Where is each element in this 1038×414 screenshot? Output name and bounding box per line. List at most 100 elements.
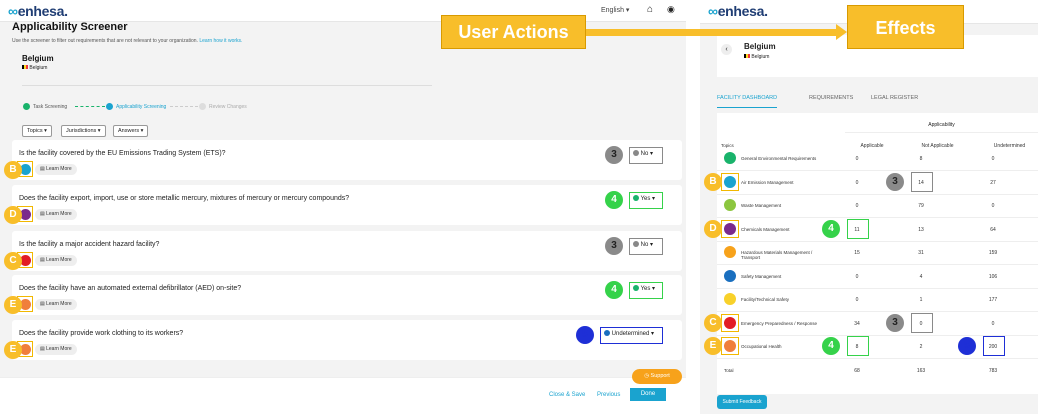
answer-status-icon — [633, 195, 639, 202]
previous-button[interactable]: Previous — [597, 392, 620, 398]
cell-undetermined[interactable]: 106 — [978, 274, 1008, 280]
cell-not-applicable[interactable]: 31 — [906, 250, 936, 256]
cell-not-applicable[interactable]: 8 — [906, 156, 936, 162]
question-card — [12, 275, 682, 315]
answer-dropdown[interactable]: No ▾ — [629, 238, 663, 255]
facility-name: Belgium — [22, 54, 54, 63]
cell-applicable[interactable]: 0 — [842, 203, 872, 209]
answer-dropdown[interactable]: Yes ▾ — [629, 282, 663, 299]
step-label-1: Task Screening — [33, 104, 68, 110]
answer-dropdown[interactable]: No ▾ — [629, 147, 663, 164]
callout-letter-e: E — [4, 341, 22, 359]
value-highlight-box — [983, 336, 1005, 356]
answer-dropdown[interactable]: Yes ▾ — [629, 192, 663, 209]
language-selector[interactable]: English ▾ — [601, 6, 629, 14]
cell-undetermined[interactable]: 177 — [978, 297, 1008, 303]
topic-name[interactable]: General Environmental Requirements — [741, 156, 831, 161]
cell-applicable[interactable]: 0 — [842, 180, 872, 186]
submit-feedback-button[interactable]: Submit Feedback — [717, 395, 767, 409]
cell-undetermined[interactable]: 0 — [978, 321, 1008, 327]
learn-more-button[interactable]: ▤ Learn More — [35, 344, 77, 355]
cell-not-applicable[interactable]: 79 — [906, 203, 936, 209]
support-button[interactable]: ◷ Support — [632, 369, 682, 384]
callout-letter-c: C — [4, 252, 22, 270]
home-icon[interactable]: ⌂ — [647, 4, 653, 15]
step-badge: 3 — [605, 146, 623, 164]
step-badge: 4 — [605, 281, 623, 299]
facility-name: Belgium — [744, 42, 776, 51]
cell-undetermined[interactable]: 27 — [978, 180, 1008, 186]
callout-letter-b: B — [4, 161, 22, 179]
topic-name[interactable]: Waste Management — [741, 203, 831, 208]
total-undetermined: 783 — [988, 367, 998, 374]
done-button[interactable]: Done — [630, 388, 666, 401]
cell-not-applicable[interactable]: 1 — [906, 297, 936, 303]
learn-more-button[interactable]: ▤ Learn More — [35, 209, 77, 220]
step-badge: 4 — [822, 337, 840, 355]
topic-name[interactable]: Facility/Technical Safety — [741, 297, 831, 302]
total-label: Total — [724, 367, 734, 373]
answer-dropdown[interactable]: Undetermined ▾ — [600, 327, 663, 344]
question-text: Is the facility covered by the EU Emissi… — [19, 150, 226, 157]
callout-arrowhead — [836, 24, 847, 40]
cell-not-applicable[interactable]: 4 — [906, 274, 936, 280]
cell-undetermined[interactable]: 64 — [978, 227, 1008, 233]
facility-flag: Belgium — [744, 54, 769, 60]
cell-applicable[interactable]: 15 — [842, 250, 872, 256]
enhesa-logo[interactable]: ∞enhesa. — [708, 3, 768, 19]
close-save-button[interactable]: Close & Save — [549, 392, 585, 398]
answers-filter[interactable]: Answers ▾ — [113, 125, 149, 137]
tab-facility-dashboard[interactable]: FACILITY DASHBOARD — [717, 95, 778, 108]
learn-more-button[interactable]: ▤ Learn More — [35, 164, 77, 175]
tab-legal-register[interactable]: LEGAL REGISTER — [871, 95, 918, 101]
callout-letter-d: D — [4, 206, 22, 224]
jurisdictions-filter[interactable]: Jurisdictions ▾ — [61, 125, 106, 137]
answer-status-icon — [604, 330, 610, 337]
cell-applicable[interactable]: 0 — [842, 156, 872, 162]
enhesa-logo[interactable]: ∞enhesa. — [8, 3, 68, 19]
step-current-icon — [106, 103, 113, 110]
highlight-box — [721, 337, 739, 355]
learn-more-button[interactable]: ▤ Learn More — [35, 255, 77, 266]
learn-how-link[interactable]: Learn how it works. — [199, 38, 242, 44]
cell-applicable[interactable]: 0 — [842, 297, 872, 303]
step-badge: 3 — [886, 313, 904, 332]
topic-name[interactable]: Emergency Preparedness / Response — [741, 321, 831, 326]
back-icon[interactable]: ‹ — [721, 44, 732, 55]
step-label-2: Applicability Screening — [116, 104, 167, 110]
topic-name[interactable]: Hazardous Materials Management / Transpo… — [741, 250, 831, 260]
step-pending-icon — [199, 103, 206, 110]
cell-not-applicable[interactable]: 13 — [906, 227, 936, 233]
cell-undetermined[interactable]: 0 — [978, 203, 1008, 209]
question-card — [12, 231, 682, 271]
learn-more-button[interactable]: ▤ Learn More — [35, 299, 77, 310]
value-highlight-box — [847, 218, 869, 239]
cell-undetermined[interactable]: 0 — [978, 156, 1008, 162]
value-highlight-box — [911, 312, 933, 333]
page-subtitle: Use the screener to filter out requireme… — [12, 38, 243, 44]
answer-status-icon — [633, 285, 639, 292]
topic-icon — [724, 269, 736, 282]
cell-applicable[interactable]: 0 — [842, 274, 872, 280]
topic-name[interactable]: Chemicals Management — [741, 227, 831, 232]
tab-requirements[interactable]: REQUIREMENTS — [809, 95, 853, 101]
cell-applicable[interactable]: 34 — [842, 321, 872, 327]
answer-status-icon — [633, 241, 639, 248]
step-badge: 5 — [576, 326, 594, 344]
question-text: Does the facility provide work clothing … — [19, 330, 184, 337]
topic-icon — [724, 199, 736, 211]
topic-name[interactable]: Safety Management — [741, 274, 831, 279]
cell-undetermined[interactable]: 159 — [978, 250, 1008, 256]
question-text: Is the facility a major accident hazard … — [19, 241, 160, 248]
callout-letter-d: D — [704, 219, 722, 238]
topics-filter[interactable]: Topics ▾ — [22, 125, 52, 137]
highlight-box — [721, 172, 739, 191]
callout-letter-e: E — [4, 296, 22, 314]
step-badge: 4 — [605, 191, 623, 209]
callout-arrow-shaft — [586, 29, 836, 36]
topic-name[interactable]: Occupational Health — [741, 344, 831, 349]
cell-not-applicable[interactable]: 2 — [906, 344, 936, 350]
user-actions-callout: User Actions — [441, 15, 586, 49]
topic-name[interactable]: Air Emission Management — [741, 180, 831, 185]
account-icon[interactable]: ◉ — [667, 4, 675, 15]
